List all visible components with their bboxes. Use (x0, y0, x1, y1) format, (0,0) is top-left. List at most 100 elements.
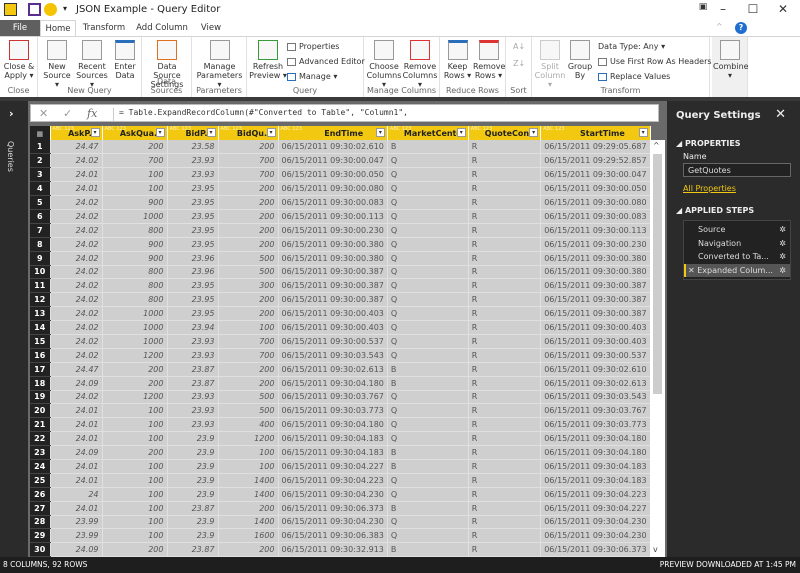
tab-home[interactable]: Home (40, 20, 76, 37)
table-cell[interactable]: 06/15/2011 09:30:04.183 (540, 459, 651, 474)
table-cell[interactable]: R (468, 306, 542, 322)
table-cell[interactable]: Q (387, 153, 469, 169)
table-cell[interactable]: 06/15/2011 09:30:00.050 (540, 181, 651, 197)
table-cell[interactable]: R (468, 320, 542, 335)
table-cell[interactable]: 24.02 (50, 153, 103, 169)
row-number[interactable]: 15 (30, 334, 51, 349)
row-number[interactable]: 6 (30, 209, 51, 224)
smiley-feedback-icon[interactable] (44, 3, 57, 16)
table-cell[interactable]: 06/15/2011 09:30:00.380 (278, 237, 388, 252)
replace-values-button[interactable]: Replace Values (598, 72, 670, 81)
table-cell[interactable]: 06/15/2011 09:30:00.537 (278, 334, 388, 349)
table-cell[interactable]: B (387, 501, 469, 516)
table-cell[interactable]: 06/15/2011 09:30:04.230 (278, 487, 388, 502)
table-cell[interactable]: R (468, 195, 542, 210)
table-cell[interactable]: 100 (218, 320, 279, 335)
table-cell[interactable]: R (468, 515, 542, 530)
type-any-icon[interactable]: ABC 123 (471, 127, 492, 132)
table-cell[interactable]: 200 (218, 501, 279, 516)
row-number[interactable]: 4 (30, 181, 51, 197)
table-cell[interactable]: 06/15/2011 09:30:03.543 (540, 390, 651, 405)
row-number[interactable]: 28 (30, 515, 51, 530)
table-cell[interactable]: 06/15/2011 09:29:52.857 (540, 153, 651, 169)
table-cell[interactable]: 700 (102, 153, 168, 169)
advanced-editor-button[interactable]: Advanced Editor (287, 57, 365, 66)
table-cell[interactable]: 23.9 (167, 445, 219, 460)
table-cell[interactable]: 24.47 (50, 140, 103, 155)
tab-transform[interactable]: Transform (78, 20, 130, 37)
row-number[interactable]: 13 (30, 306, 51, 322)
table-cell[interactable]: B (387, 542, 469, 558)
table-cell[interactable]: 23.87 (167, 542, 219, 558)
table-cell[interactable]: 24.47 (50, 362, 103, 377)
table-cell[interactable]: R (468, 153, 542, 169)
table-cell[interactable]: 23.93 (167, 417, 219, 433)
table-cell[interactable]: 200 (102, 376, 168, 391)
table-cell[interactable]: 06/15/2011 09:30:00.050 (278, 167, 388, 183)
table-cell[interactable]: Q (387, 209, 469, 224)
column-header[interactable]: ABC 123 MarketCenter ▾ (387, 126, 469, 140)
applied-step[interactable]: Navigation ✲ (684, 237, 790, 250)
split-column-button[interactable]: Split Column ▾ (534, 40, 566, 89)
table-cell[interactable]: 23.87 (167, 362, 219, 377)
table-cell[interactable]: 24.02 (50, 195, 103, 210)
table-cell[interactable]: Q (387, 334, 469, 349)
type-any-icon[interactable]: ABC 123 (53, 127, 74, 132)
filter-dropdown-icon[interactable]: ▾ (375, 128, 385, 137)
table-cell[interactable]: 23.99 (50, 515, 103, 530)
table-cell[interactable]: 06/15/2011 09:30:00.537 (540, 348, 651, 363)
table-cell[interactable]: 06/15/2011 09:30:04.227 (278, 459, 388, 474)
table-cell[interactable]: R (468, 473, 542, 488)
table-cell[interactable]: B (387, 376, 469, 391)
combine-button[interactable]: Combine ▾ (713, 40, 749, 80)
table-cell[interactable]: 200 (218, 223, 279, 238)
queries-pane[interactable]: › Queries (0, 101, 28, 557)
recent-sources-button[interactable]: Recent Sources ▾ (74, 40, 110, 89)
column-header[interactable]: ABC 123 BidQu... ▾ (218, 126, 279, 140)
table-cell[interactable]: R (468, 390, 542, 405)
query-name-input[interactable]: GetQuotes (683, 163, 791, 177)
table-cell[interactable]: 23.87 (167, 376, 219, 391)
table-cell[interactable]: 23.95 (167, 223, 219, 238)
table-cell[interactable]: 23.94 (167, 320, 219, 335)
table-cell[interactable]: 06/15/2011 09:30:00.387 (540, 306, 651, 322)
table-cell[interactable]: 1000 (102, 209, 168, 224)
table-cell[interactable]: Q (387, 417, 469, 433)
row-number[interactable]: 9 (30, 251, 51, 266)
table-cell[interactable]: Q (387, 181, 469, 197)
row-number[interactable]: 18 (30, 376, 51, 391)
table-cell[interactable]: 24.09 (50, 445, 103, 460)
table-cell[interactable]: 800 (102, 278, 168, 294)
table-cell[interactable]: 100 (102, 181, 168, 197)
filter-dropdown-icon[interactable]: ▾ (155, 128, 165, 137)
table-cell[interactable]: 100 (102, 501, 168, 516)
table-cell[interactable]: 23.95 (167, 209, 219, 224)
table-cell[interactable]: R (468, 403, 542, 419)
column-header[interactable]: ABC 123 EndTime ▾ (278, 126, 388, 140)
table-cell[interactable]: Q (387, 348, 469, 363)
table-cell[interactable]: 1400 (218, 487, 279, 502)
type-any-icon[interactable]: ABC 123 (221, 127, 242, 132)
table-cell[interactable]: 06/15/2011 09:30:00.387 (278, 265, 388, 280)
type-any-icon[interactable]: ABC 123 (105, 127, 126, 132)
table-cell[interactable]: 23.93 (167, 153, 219, 169)
table-cell[interactable]: 900 (102, 237, 168, 252)
table-cell[interactable]: Q (387, 251, 469, 266)
table-cell[interactable]: 24.01 (50, 459, 103, 474)
table-cell[interactable]: 06/15/2011 09:30:03.767 (540, 403, 651, 419)
row-number[interactable]: 5 (30, 195, 51, 210)
table-cell[interactable]: 24.01 (50, 403, 103, 419)
table-cell[interactable]: 500 (218, 265, 279, 280)
table-cell[interactable]: 23.95 (167, 292, 219, 308)
table-cell[interactable]: 500 (218, 403, 279, 419)
table-cell[interactable]: 06/15/2011 09:30:04.183 (278, 445, 388, 460)
row-number[interactable]: 27 (30, 501, 51, 516)
table-cell[interactable]: R (468, 334, 542, 349)
table-cell[interactable]: R (468, 140, 542, 155)
table-cell[interactable]: 900 (102, 251, 168, 266)
table-cell[interactable]: 24.02 (50, 292, 103, 308)
table-cell[interactable]: 200 (102, 362, 168, 377)
tab-view[interactable]: View (194, 20, 228, 37)
table-cell[interactable]: 23.95 (167, 278, 219, 294)
table-cell[interactable]: 23.87 (167, 501, 219, 516)
